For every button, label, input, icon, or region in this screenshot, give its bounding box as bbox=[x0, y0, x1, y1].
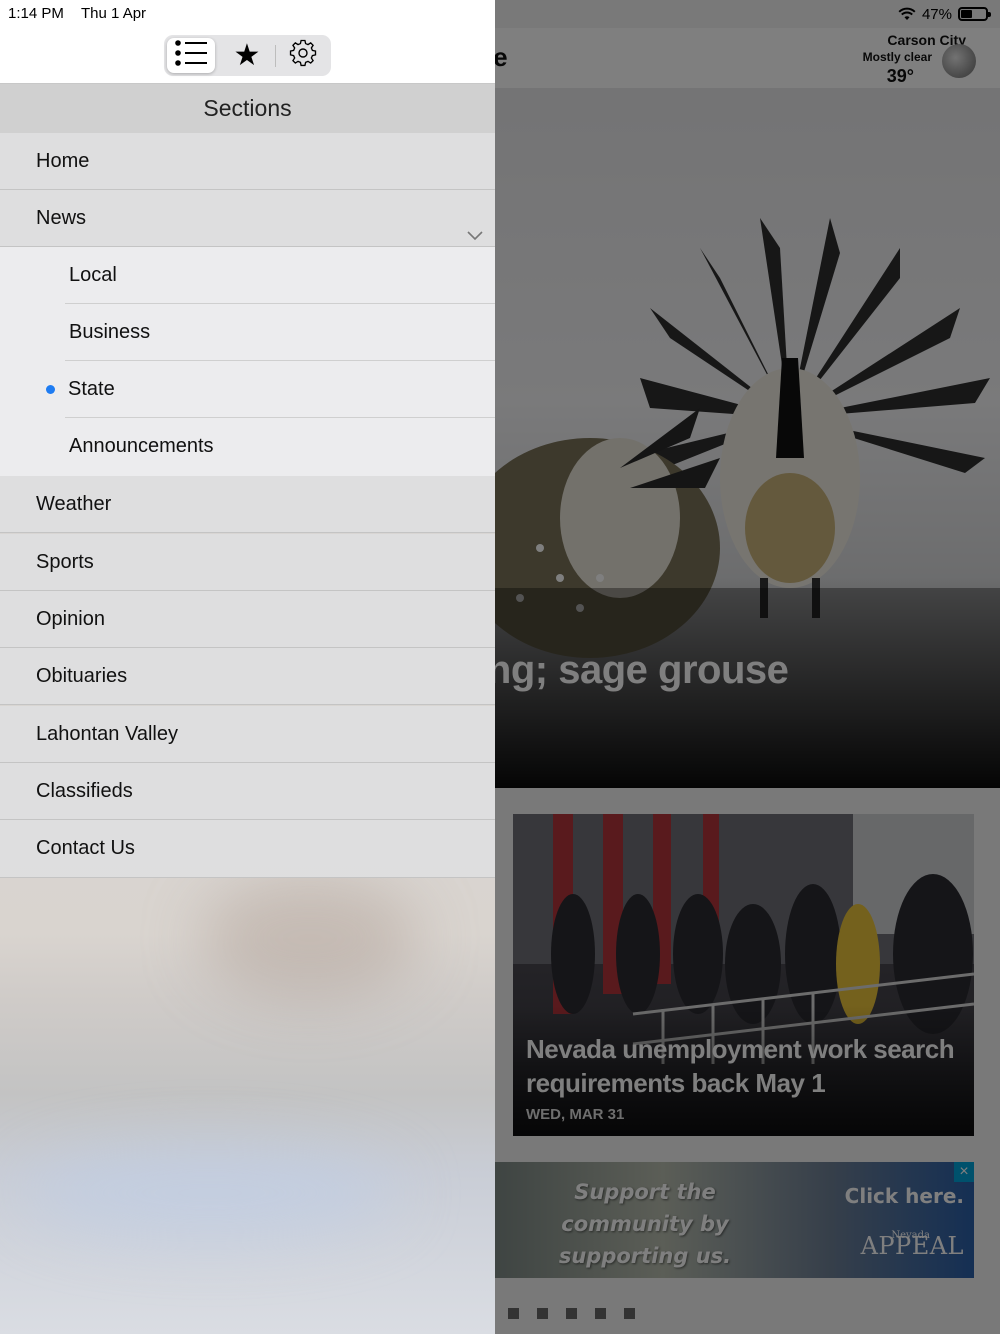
favorites-tab[interactable]: ★ bbox=[223, 38, 271, 73]
section-label: Announcements bbox=[69, 435, 214, 457]
section-news-business[interactable]: Business bbox=[0, 304, 495, 361]
section-weather[interactable]: Weather bbox=[0, 476, 495, 533]
section-classifieds[interactable]: Classifieds bbox=[0, 763, 495, 820]
menu-toolbar: ★ bbox=[0, 28, 495, 84]
section-label: News bbox=[36, 207, 87, 229]
star-icon: ★ bbox=[233, 39, 261, 72]
section-news[interactable]: News bbox=[0, 190, 495, 247]
section-label: Business bbox=[69, 321, 151, 343]
status-date: Thu 1 Apr bbox=[81, 5, 147, 22]
view-switcher: ★ bbox=[164, 35, 331, 76]
section-home[interactable]: Home bbox=[0, 133, 495, 190]
section-label: Contact Us bbox=[36, 837, 135, 859]
blurred-backdrop bbox=[0, 878, 495, 1334]
section-label: Weather bbox=[36, 493, 112, 515]
settings-tab[interactable] bbox=[279, 38, 327, 73]
section-label: Obituaries bbox=[36, 665, 128, 687]
section-news-state[interactable]: State bbox=[0, 361, 495, 418]
status-time: 1:14 PM bbox=[8, 5, 64, 22]
section-opinion[interactable]: Opinion bbox=[0, 591, 495, 648]
section-news-announcements[interactable]: Announcements bbox=[0, 418, 495, 476]
section-label: Local bbox=[69, 264, 117, 286]
status-bar: 1:14 PM Thu 1 Apr bbox=[0, 0, 495, 28]
section-label: Opinion bbox=[36, 608, 105, 630]
sections-drawer: 1:14 PM Thu 1 Apr ★ Sections Home News L… bbox=[0, 0, 495, 1334]
sections-tab[interactable] bbox=[167, 38, 215, 73]
section-sports[interactable]: Sports bbox=[0, 534, 495, 591]
section-label: Sports bbox=[36, 551, 94, 573]
selected-dot-icon bbox=[46, 385, 55, 394]
section-contact-us[interactable]: Contact Us bbox=[0, 820, 495, 878]
gear-icon bbox=[289, 39, 317, 72]
section-label: Classifieds bbox=[36, 780, 133, 802]
list-icon bbox=[174, 38, 208, 73]
section-lahontan-valley[interactable]: Lahontan Valley bbox=[0, 706, 495, 763]
section-label: Lahontan Valley bbox=[36, 723, 178, 745]
segment-divider bbox=[275, 45, 276, 67]
chevron-down-icon bbox=[467, 209, 483, 241]
section-label: Home bbox=[36, 150, 90, 172]
section-news-local[interactable]: Local bbox=[0, 247, 495, 304]
section-obituaries[interactable]: Obituaries bbox=[0, 648, 495, 705]
section-label: State bbox=[68, 378, 115, 400]
sections-header: Sections bbox=[0, 84, 495, 133]
